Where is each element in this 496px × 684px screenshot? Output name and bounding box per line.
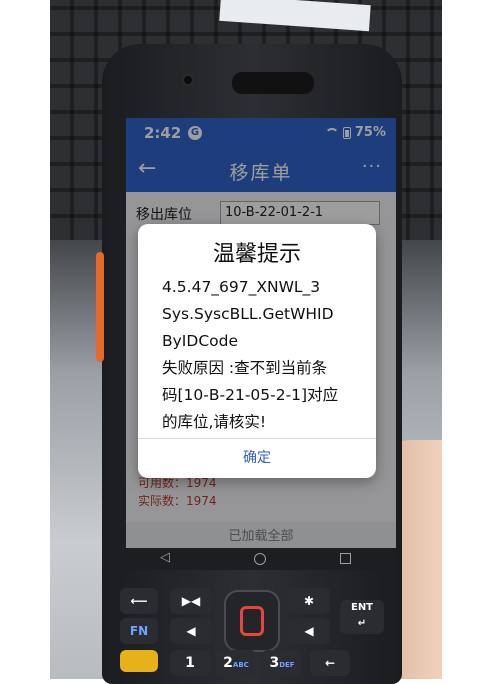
fn-key[interactable]: FN [120, 618, 158, 644]
dialog-divider [138, 438, 376, 439]
confirm-button[interactable]: 确定 [138, 442, 376, 474]
front-camera [184, 76, 192, 84]
side-scan-button[interactable] [96, 252, 104, 362]
hardware-keypad: ⟵ FN ▶◀ ◀ ✱ ◀ ENT ↵ 1 2ABC 3DEF ← [104, 580, 400, 679]
dialog-line: 码[10-B-21-05-2-1]对应 [162, 386, 339, 404]
scan-key-icon [240, 606, 264, 636]
key-2-sublabel: ABC [232, 661, 249, 669]
enter-key-label: ENT [350, 602, 374, 613]
device-screen: 2:42 G 75% ← 移库单 ··· 移出库位 10-B-22-01-2-1… [126, 118, 396, 548]
volume-up-key[interactable]: ▶◀ [170, 588, 212, 614]
dialog-title: 温馨提示 [212, 242, 301, 267]
direction-key[interactable]: ◀ [288, 618, 330, 644]
dialog-message: 4.5.47_697_XNWL_3 Sys.SyscBLL.GetWHID By… [162, 274, 370, 436]
key-2-label: 2 [223, 655, 233, 671]
key-3-label: 3 [269, 655, 280, 671]
dialog-line: Sys.SyscBLL.GetWHID [162, 305, 334, 323]
key-1[interactable]: 1 [170, 650, 210, 676]
dialog-line: 失败原因 :查不到当前条 [162, 359, 328, 377]
volume-down-key[interactable]: ◀ [170, 618, 212, 644]
arrow-key[interactable]: ← [310, 650, 350, 676]
earpiece [232, 72, 314, 94]
key-1-label: 1 [185, 655, 195, 671]
star-key[interactable]: ✱ [288, 588, 330, 614]
alert-dialog: 温馨提示 4.5.47_697_XNWL_3 Sys.SyscBLL.GetWH… [138, 224, 376, 478]
dialog-line: ByIDCode [162, 332, 238, 350]
key-2[interactable]: 2ABC [216, 650, 256, 676]
key-3[interactable]: 3DEF [262, 650, 302, 676]
yellow-function-key[interactable] [120, 650, 158, 672]
nav-back-icon[interactable]: ◁ [160, 550, 170, 565]
nav-recents-icon[interactable] [340, 553, 351, 564]
enter-key[interactable]: ENT ↵ [340, 600, 384, 634]
dialog-line: 4.5.47_697_XNWL_3 [162, 278, 321, 296]
system-nav-bar: ◁ [126, 548, 396, 570]
dialog-line: 的库位,请核实! [162, 413, 267, 431]
nav-home-icon[interactable] [254, 553, 266, 565]
backspace-key[interactable]: ⟵ [120, 588, 158, 614]
key-3-sublabel: DEF [279, 661, 295, 669]
scan-trigger-key[interactable] [224, 590, 280, 652]
